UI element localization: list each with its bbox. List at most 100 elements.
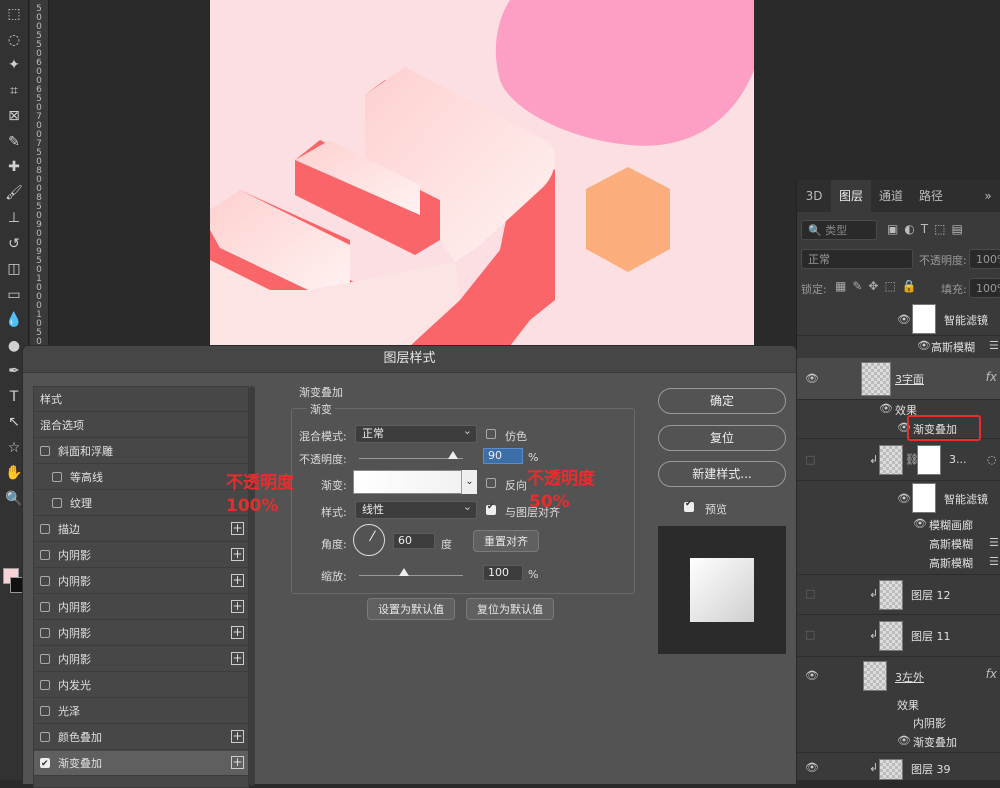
style-list-item[interactable]: 渐变叠加 + [34,751,248,777]
opacity-input[interactable]: 90 [483,448,523,464]
visibility-box[interactable]: □ [805,587,815,600]
filter-row[interactable]: 👁 模糊画廊 [797,515,1000,534]
style-list-item[interactable]: 内阴影 + [34,595,248,620]
kind-filter-select[interactable]: 🔍 类型 [801,220,877,240]
layer-row[interactable]: □ ↲ ⛓ 3... ◌ [797,439,1000,481]
reset-button[interactable]: 复位 [658,425,786,451]
layer-name[interactable]: 图层 12 [911,587,951,603]
angle-dial[interactable] [353,524,385,556]
opacity-input[interactable]: 100% [969,249,1000,269]
blend-mode-select[interactable]: 正常 [355,423,477,443]
opacity-slider-knob[interactable] [447,451,458,459]
reset-default-button[interactable]: 复位为默认值 [466,598,554,620]
history-brush-icon[interactable]: ↺ [3,234,25,254]
lock-icons[interactable]: ▦✎✥⬚🔒 [835,279,923,293]
style-checkbox[interactable] [40,752,50,777]
style-checkbox[interactable] [40,654,50,664]
add-effect-button[interactable]: + [231,626,244,639]
align-layer-checkbox[interactable] [486,502,496,515]
style-checkbox[interactable] [40,446,50,456]
eye-icon[interactable]: 👁 [805,761,819,774]
style-list-item[interactable]: 光泽 [34,699,248,724]
set-default-button[interactable]: 设置为默认值 [367,598,455,620]
document-canvas[interactable] [210,0,754,346]
eye-icon[interactable]: 👁 [917,339,931,352]
style-list-item[interactable]: 内阴影 + [34,621,248,646]
visibility-box[interactable]: □ [805,628,815,641]
layer-row-selected[interactable]: 👁 3字面 fx [797,358,1000,400]
lasso-icon[interactable]: ◌ [3,30,25,50]
layer-name[interactable]: 图层 11 [911,628,951,644]
style-list-item[interactable]: 内阴影 + [34,569,248,594]
add-effect-button[interactable]: + [231,652,244,665]
effect-row[interactable]: 👁 渐变叠加 [797,731,1000,753]
eye-icon[interactable]: 👁 [805,372,819,385]
scale-slider-knob[interactable] [398,568,409,576]
style-checkbox[interactable] [40,550,50,560]
add-effect-button[interactable]: + [231,522,244,535]
layer-row[interactable]: 👁 ↲ 图层 39 [797,753,1000,780]
blur-icon[interactable]: 💧 [3,310,25,330]
dither-checkbox[interactable] [486,429,496,439]
add-effect-button[interactable]: + [231,548,244,561]
chevron-down-icon[interactable]: ⌄ [461,470,477,494]
filter-row[interactable]: 高斯模糊 ☰ [797,553,1000,575]
layer-row[interactable]: □ ↲ 图层 11 [797,615,1000,657]
layer-row[interactable]: 👁 3左外 fx [797,657,1000,695]
layer-name[interactable]: 3左外 [895,669,924,685]
style-checkbox[interactable] [40,706,50,716]
style-list-item[interactable]: 颜色叠加 + [34,725,248,750]
tab-paths[interactable]: 路径 [911,180,951,212]
style-list-item[interactable]: 斜面和浮雕 [34,439,248,464]
gradient-swatch[interactable] [353,470,477,494]
new-style-button[interactable]: 新建样式... [658,461,786,487]
style-checkbox[interactable] [40,602,50,612]
eye-icon[interactable]: 👁 [913,517,927,530]
scale-slider[interactable] [359,575,463,576]
style-list-item[interactable]: 内阴影 + [34,647,248,672]
filter-options-icon[interactable]: ☰ [989,555,999,568]
crop-icon[interactable]: ⌗ [3,81,25,101]
gradient-icon[interactable]: ▭ [3,285,25,305]
style-select[interactable]: 线性 [355,499,477,519]
panel-more-button[interactable]: » [975,180,1000,212]
reverse-checkbox[interactable] [486,478,496,488]
style-list-scrollbar[interactable] [249,386,255,786]
preview-checkbox[interactable] [684,499,694,512]
tab-channels[interactable]: 通道 [871,180,911,212]
eraser-icon[interactable]: ◫ [3,259,25,279]
style-checkbox[interactable] [40,628,50,638]
layer-name[interactable]: 图层 39 [911,761,951,777]
marquee-icon[interactable]: ⬚ [3,4,25,24]
angle-input[interactable]: 60 [393,533,435,549]
filter-options-icon[interactable]: ☰ [989,536,999,549]
layer-row[interactable]: □ ↲ 图层 12 [797,575,1000,615]
fx-icon[interactable]: fx [986,370,997,384]
style-list-item[interactable]: 内发光 [34,673,248,698]
style-checkbox[interactable] [40,524,50,534]
eye-icon[interactable]: 👁 [879,402,893,415]
layer-name[interactable]: 3字面 [895,371,924,387]
add-effect-button[interactable]: + [231,600,244,613]
effects-row[interactable]: 效果 [797,695,1000,713]
blend-mode-select[interactable]: 正常 [801,249,913,269]
style-checkbox[interactable] [52,498,62,508]
brush-icon[interactable]: 🖌 [3,183,25,203]
style-list-item[interactable]: 混合选项 [34,413,248,438]
frame-icon[interactable]: ⊠ [3,106,25,126]
smart-filter-row[interactable]: 👁 智能滤镜 [797,481,1000,515]
effect-row[interactable]: 内阴影 [797,713,1000,731]
clone-stamp-icon[interactable]: ⊥ [3,208,25,228]
fx-icon[interactable]: fx [986,667,997,681]
style-checkbox[interactable] [40,576,50,586]
eye-icon[interactable]: 👁 [897,492,911,505]
eyedropper-icon[interactable]: ✎ [3,132,25,152]
filter-row[interactable]: 高斯模糊 ☰ [797,534,1000,553]
healing-brush-icon[interactable]: ✚ [3,157,25,177]
style-checkbox[interactable] [40,732,50,742]
layer-name[interactable]: 3... [949,453,967,466]
filter-icons[interactable]: ▣◐T⬚▤ [887,222,969,236]
style-list-item[interactable]: 等高线 [34,465,248,490]
style-list-item[interactable]: 样式 [34,387,248,412]
eye-icon[interactable]: 👁 [897,734,911,747]
